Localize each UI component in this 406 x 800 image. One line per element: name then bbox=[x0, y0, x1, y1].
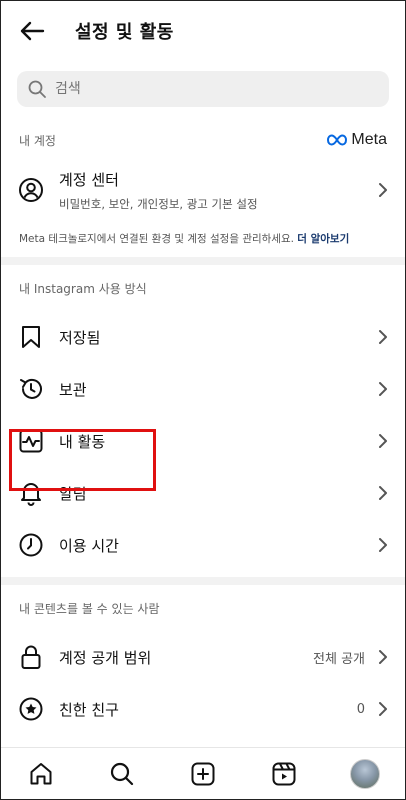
section-label: 내 Instagram 사용 방식 bbox=[19, 281, 147, 296]
menu-item-close-friends[interactable]: 친한 친구 0 bbox=[1, 683, 405, 735]
account-center-title: 계정 센터 bbox=[59, 170, 119, 189]
header: 설정 및 활동 bbox=[1, 1, 405, 61]
menu-item-label: 보관 bbox=[59, 380, 87, 399]
audience-section-header: 내 콘텐츠를 볼 수 있는 사람 bbox=[1, 593, 405, 623]
bookmark-icon bbox=[17, 323, 45, 351]
meta-note-text: Meta 테크놀로지에서 연결된 환경 및 계정 설정을 관리하세요. bbox=[19, 233, 294, 245]
menu-item-saved[interactable]: 저장됨 bbox=[1, 311, 405, 363]
menu-item-label: 계정 공개 범위 bbox=[59, 648, 152, 667]
lock-icon bbox=[17, 643, 45, 671]
account-circle-icon bbox=[17, 176, 45, 204]
search-box[interactable] bbox=[17, 71, 389, 107]
highlight-box bbox=[9, 429, 156, 491]
divider bbox=[1, 257, 405, 265]
create-plus-icon[interactable] bbox=[187, 758, 219, 790]
chevron-right-icon bbox=[377, 329, 389, 345]
menu-item-account-privacy[interactable]: 계정 공개 범위 전체 공개 bbox=[1, 631, 405, 683]
search-input[interactable] bbox=[55, 81, 315, 97]
chevron-right-icon bbox=[377, 701, 389, 717]
reels-icon[interactable] bbox=[268, 758, 300, 790]
clock-icon bbox=[17, 531, 45, 559]
account-center-row[interactable]: 계정 센터 비밀번호, 보안, 개인정보, 광고 기본 설정 bbox=[1, 155, 405, 225]
account-center-subtitle: 비밀번호, 보안, 개인정보, 광고 기본 설정 bbox=[59, 196, 258, 211]
avatar bbox=[349, 758, 380, 789]
menu-item-label: 친한 친구 bbox=[59, 700, 119, 719]
profile-avatar[interactable] bbox=[349, 758, 381, 790]
menu-item-value: 전체 공개 bbox=[313, 651, 365, 667]
back-arrow-icon[interactable] bbox=[17, 16, 47, 46]
usage-section-header: 내 Instagram 사용 방식 bbox=[1, 273, 405, 303]
account-section-header: 내 계정 Meta bbox=[1, 125, 405, 155]
menu-item-label: 이용 시간 bbox=[59, 536, 119, 555]
close-friends-star-icon bbox=[17, 695, 45, 723]
chevron-right-icon bbox=[377, 433, 389, 449]
search-icon[interactable] bbox=[106, 758, 138, 790]
search-bar bbox=[1, 61, 405, 107]
chevron-right-icon bbox=[377, 381, 389, 397]
divider bbox=[1, 577, 405, 585]
section-label: 내 계정 bbox=[19, 133, 56, 148]
chevron-right-icon bbox=[377, 182, 389, 198]
account-center-text: 계정 센터 비밀번호, 보안, 개인정보, 광고 기본 설정 bbox=[59, 169, 377, 212]
menu-item-value: 0 bbox=[356, 701, 365, 717]
meta-brand-text: Meta bbox=[351, 131, 387, 148]
archive-history-icon bbox=[17, 375, 45, 403]
menu-item-archive[interactable]: 보관 bbox=[1, 363, 405, 415]
chevron-right-icon bbox=[377, 649, 389, 665]
learn-more-link[interactable]: 더 알아보기 bbox=[297, 233, 349, 245]
menu-item-time-spent[interactable]: 이용 시간 bbox=[1, 519, 405, 571]
meta-note: Meta 테크놀로지에서 연결된 환경 및 계정 설정을 관리하세요. 더 알아… bbox=[1, 225, 405, 257]
page-title: 설정 및 활동 bbox=[75, 22, 174, 43]
chevron-right-icon bbox=[377, 485, 389, 501]
search-icon bbox=[27, 79, 47, 99]
home-icon[interactable] bbox=[25, 758, 57, 790]
meta-logo: Meta bbox=[326, 131, 387, 149]
section-label: 내 콘텐츠를 볼 수 있는 사람 bbox=[19, 601, 160, 616]
meta-infinity-icon bbox=[327, 134, 348, 146]
bottom-nav bbox=[1, 747, 405, 799]
menu-item-label: 저장됨 bbox=[59, 328, 101, 347]
chevron-right-icon bbox=[377, 537, 389, 553]
